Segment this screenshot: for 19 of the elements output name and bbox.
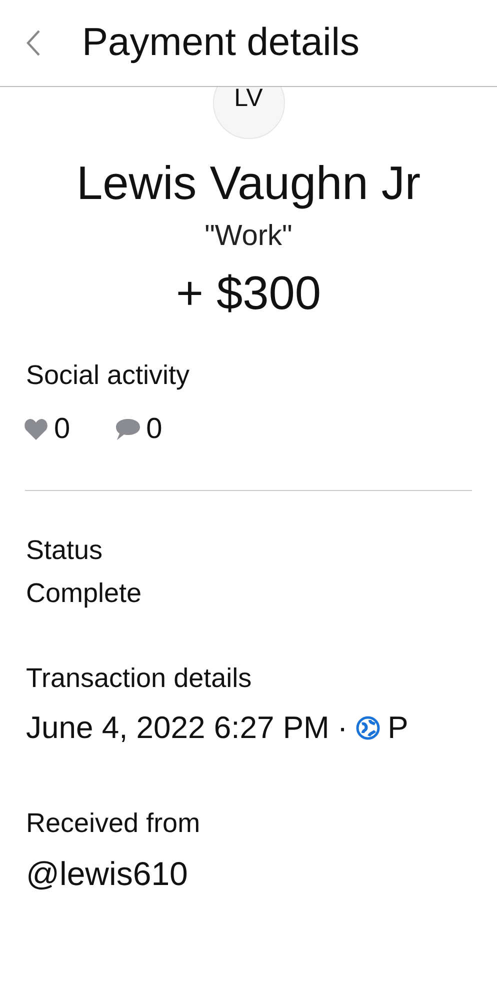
sender-handle: @lewis610 [26,855,189,893]
field-label: Received from [26,808,202,839]
globe-icon [356,716,380,740]
audience-label: P [388,710,408,746]
status-value: Complete [26,578,143,609]
payment-note: "Work" [204,220,294,253]
transaction-date: June 4, 2022 6:27 PM [26,710,330,746]
field-label: Transaction details [26,663,253,694]
like-count: 0 [54,413,70,446]
page-title: Payment details [82,21,360,65]
payee-name: Lewis Vaughn Jr [76,155,422,210]
payment-amount: + $300 [174,265,322,320]
section-title: Social activity [26,360,191,391]
heart-icon [24,419,48,440]
comment-count: 0 [146,413,162,446]
comment-icon [116,419,140,440]
field-label: Status [26,535,104,566]
separator: · [337,710,348,746]
back-icon [26,30,40,56]
